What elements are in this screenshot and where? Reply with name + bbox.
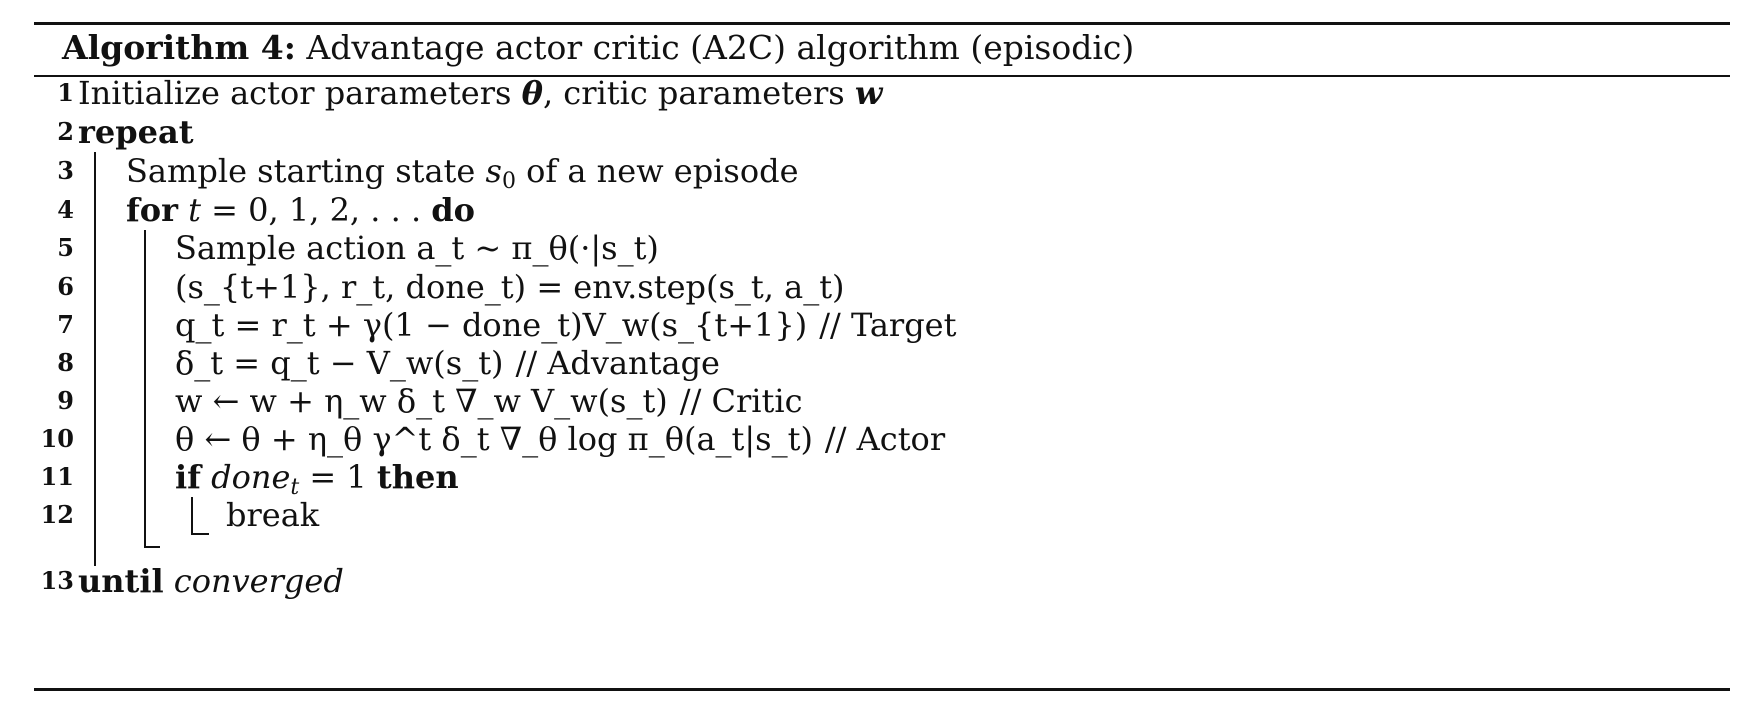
- line-content: δ_t = q_t − V_w(s_t) // Advantage: [175, 343, 720, 383]
- line-content: q_t = r_t + γ(1 − done_t)V_w(s_{t+1}) // …: [175, 305, 956, 345]
- text: of a new episode: [515, 152, 799, 190]
- keyword-for: for: [126, 191, 178, 229]
- algo-line-6: 6 (s_{t+1}, r_t, done_t) = env.step(s_t,…: [0, 267, 1756, 307]
- text: w ← w + η_w δ_t ∇_w V_w(s_t): [175, 382, 668, 420]
- line-content: θ ← θ + η_θ γ^t δ_t ∇_θ log π_θ(a_t|s_t)…: [175, 419, 945, 459]
- line-content: for t = 0, 1, 2, . . . do: [126, 190, 475, 230]
- keyword-do: do: [431, 191, 476, 229]
- algo-line-13: 13 until converged: [0, 561, 1756, 601]
- repeat-block-line: [94, 152, 96, 566]
- line-number: 2: [57, 117, 74, 146]
- line-content: break: [226, 496, 320, 534]
- line-number: 9: [57, 386, 74, 415]
- text: = 0, 1, 2, . . .: [201, 191, 432, 229]
- comment: // Critic: [679, 382, 803, 420]
- math-done: done: [211, 458, 291, 496]
- line-content: until converged: [78, 561, 344, 601]
- algo-line-3: 3 Sample starting state s0 of a new epis…: [0, 151, 1756, 194]
- line-number: 1: [57, 78, 74, 107]
- algo-line-4: 4 for t = 0, 1, 2, . . . do: [0, 190, 1756, 230]
- text: = 1: [299, 458, 377, 496]
- algo-line-10: 10 θ ← θ + η_θ γ^t δ_t ∇_θ log π_θ(a_t|s…: [0, 419, 1756, 459]
- line-content: (s_{t+1}, r_t, done_t) = env.step(s_t, a…: [175, 268, 845, 306]
- for-block-end: [144, 546, 160, 548]
- algo-line-9: 9 w ← w + η_w δ_t ∇_w V_w(s_t) // Critic: [0, 381, 1756, 421]
- comment: // Target: [819, 306, 957, 344]
- math-w: w: [854, 74, 883, 112]
- algo-line-7: 7 q_t = r_t + γ(1 − done_t)V_w(s_{t+1}) /…: [0, 305, 1756, 345]
- algorithm-label: Algorithm 4:: [62, 28, 296, 67]
- until-condition: converged: [173, 562, 344, 600]
- line-number: 3: [57, 156, 74, 185]
- comment: // Actor: [824, 420, 946, 458]
- text: δ_t = q_t − V_w(s_t): [175, 344, 504, 382]
- keyword-if: if: [175, 458, 201, 496]
- keyword-until: until: [78, 562, 164, 600]
- line-content: Sample action a_t ~ π_θ(·|s_t): [175, 229, 659, 267]
- algorithm-caption: Algorithm 4: Advantage actor critic (A2C…: [62, 28, 1134, 68]
- if-block-end: [191, 533, 209, 535]
- comment: // Advantage: [515, 344, 720, 382]
- if-block-line: [191, 497, 193, 535]
- text: Initialize actor parameters: [78, 74, 522, 112]
- line-number: 6: [57, 272, 74, 301]
- text: θ ← θ + η_θ γ^t δ_t ∇_θ log π_θ(a_t|s_t): [175, 420, 813, 458]
- line-number: 8: [57, 348, 74, 377]
- text: q_t = r_t + γ(1 − done_t)V_w(s_{t+1}): [175, 306, 808, 344]
- math-s: s: [485, 152, 502, 190]
- line-number: 4: [57, 195, 74, 224]
- for-block-line: [144, 230, 146, 548]
- line-number: 12: [40, 500, 74, 529]
- line-number: 7: [57, 310, 74, 339]
- text: , critic parameters: [542, 74, 855, 112]
- keyword-then: then: [376, 458, 459, 496]
- line-number: 11: [40, 462, 74, 491]
- algo-line-5: 5 Sample action a_t ~ π_θ(·|s_t): [0, 228, 1756, 268]
- line-number: 13: [40, 566, 74, 595]
- math-t: t: [188, 191, 201, 229]
- text: Sample starting state: [126, 152, 486, 190]
- line-number: 5: [57, 233, 74, 262]
- algo-line-11: 11 if donet = 1 then: [0, 457, 1756, 500]
- keyword-repeat: repeat: [78, 113, 194, 151]
- math-theta: θ: [521, 74, 543, 112]
- line-content: Initialize actor parameters θ, critic pa…: [78, 73, 882, 113]
- algo-line-12: 12 break: [0, 495, 1756, 535]
- bottom-rule: [34, 688, 1730, 691]
- line-number: 10: [40, 424, 74, 453]
- algorithm-title: Advantage actor critic (A2C) algorithm (…: [295, 28, 1135, 67]
- algo-line-2: 2 repeat: [0, 112, 1756, 152]
- algo-line-8: 8 δ_t = q_t − V_w(s_t) // Advantage: [0, 343, 1756, 383]
- top-rule: [34, 22, 1730, 25]
- line-content: w ← w + η_w δ_t ∇_w V_w(s_t) // Critic: [175, 381, 803, 421]
- algo-line-1: 1 Initialize actor parameters θ, critic …: [0, 73, 1756, 113]
